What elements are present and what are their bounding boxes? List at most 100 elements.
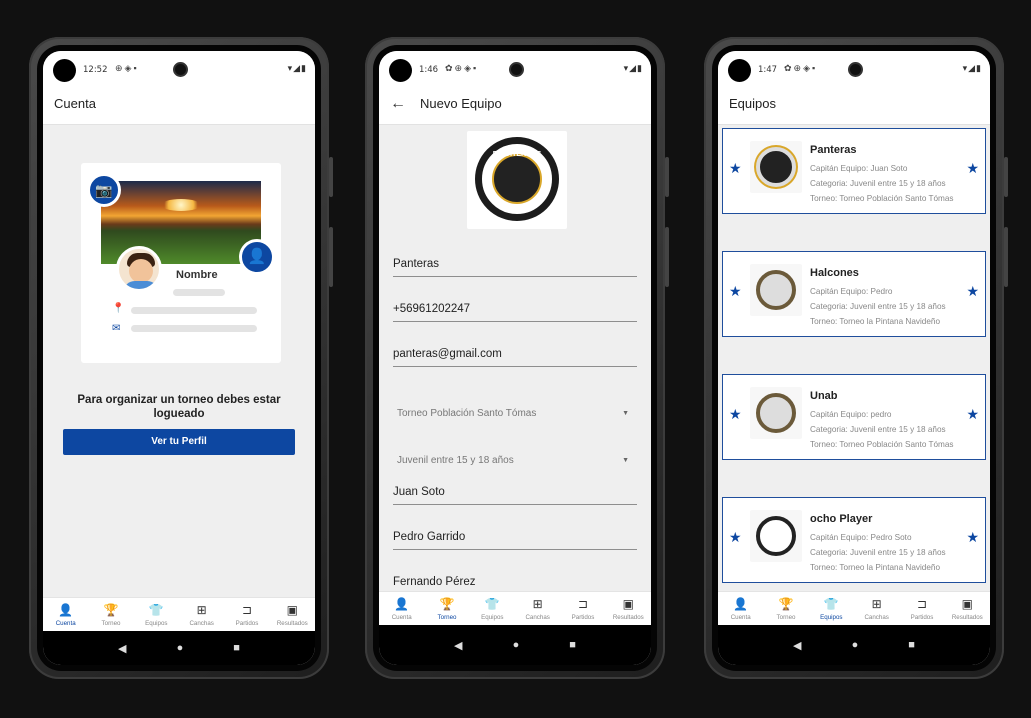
nav-equipos[interactable]: 👕 Equipos [134, 598, 179, 631]
nav-resultados[interactable]: ▣ Resultados [606, 592, 651, 625]
status-bar: 1:47 ✿⊕◈▪ ▾◢▮ [718, 51, 990, 83]
back-icon[interactable]: ◀ [793, 639, 801, 652]
tournament-select[interactable]: Torneo Población Santo Tómas ▼ [393, 391, 637, 427]
person-icon: 👤 [58, 603, 74, 617]
nav-cuenta[interactable]: 👤 Cuenta [718, 592, 763, 625]
email-field[interactable]: panteras@gmail.com [393, 331, 637, 367]
field-icon: ⊞ [532, 597, 543, 611]
notification-icons: ⊕◈▪ [115, 63, 139, 73]
star-icon[interactable]: ★ [966, 283, 979, 300]
recents-icon[interactable]: ■ [569, 639, 576, 651]
location-icon: 📍 [112, 303, 125, 314]
phone-nuevo-equipo: 1:46 ✿⊕◈▪ ▾◢▮ ← Nuevo Equipo PANHTEROUS … [365, 37, 669, 679]
nav-torneo[interactable]: 🏆 Torneo [424, 592, 469, 625]
scoreboard-icon: ▣ [622, 597, 634, 611]
star-icon[interactable]: ★ [729, 406, 742, 423]
scoreboard-icon: ▣ [286, 603, 298, 617]
team-category: Categoria: Juvenil entre 15 y 18 años [810, 548, 946, 557]
nav-resultados[interactable]: ▣ Resultados [270, 598, 315, 631]
team-logo [750, 387, 802, 439]
phone-field[interactable]: +56961202247 [393, 286, 637, 322]
player-field[interactable]: Juan Soto [393, 469, 637, 505]
profile-card: 📷 👤 Nombre 📍 ✉ [81, 163, 281, 363]
trophy-icon: 🏆 [778, 597, 794, 611]
recents-icon[interactable]: ■ [233, 642, 240, 654]
nav-equipos[interactable]: 👕 Equipos [809, 592, 854, 625]
back-icon[interactable]: ◀ [118, 642, 126, 655]
nav-canchas[interactable]: ⊞ Canchas [179, 598, 224, 631]
team-name: Panteras [810, 144, 857, 156]
bottom-nav: 👤 Cuenta 🏆 Torneo 👕 Equipos ⊞ Canchas ⊐ Parti… [379, 591, 651, 625]
bottom-nav: 👤 Cuenta 🏆 Torneo 👕 Equipos ⊞ Canchas ⊐ Parti… [718, 591, 990, 625]
profile-name: Nombre [176, 269, 218, 281]
star-icon[interactable]: ★ [729, 160, 742, 177]
system-nav: ◀ ● ■ [43, 631, 315, 665]
team-captain: Capitán Equipo: pedro [810, 410, 892, 419]
front-camera [848, 62, 863, 77]
player-field[interactable]: Fernando Pérez [393, 559, 637, 595]
team-logo[interactable]: PANHTEROUS [467, 131, 567, 229]
star-icon[interactable]: ★ [966, 529, 979, 546]
nav-cuenta[interactable]: 👤 Cuenta [379, 592, 424, 625]
team-card[interactable]: ★ Unab Capitán Equipo: pedro Categoria: … [722, 374, 986, 460]
nav-torneo[interactable]: 🏆 Torneo [88, 598, 133, 631]
notification-icons: ✿⊕◈▪ [784, 63, 818, 73]
recents-icon[interactable]: ■ [908, 639, 915, 651]
view-profile-button[interactable]: Ver tu Perfil [63, 429, 295, 455]
player-field[interactable]: Pedro Garrido [393, 514, 637, 550]
person-icon: 👤 [394, 597, 410, 611]
page-title: Cuenta [54, 96, 96, 111]
nav-canchas[interactable]: ⊞ Canchas [854, 592, 899, 625]
user-verified-icon[interactable]: 👤 [239, 239, 275, 275]
team-card[interactable]: ★ Panteras Capitán Equipo: Juan Soto Cat… [722, 128, 986, 214]
shirt-icon: 👕 [484, 597, 500, 611]
team-card[interactable]: ★ ocho Player Capitán Equipo: Pedro Soto… [722, 497, 986, 583]
team-name: ocho Player [810, 513, 873, 525]
star-icon[interactable]: ★ [966, 406, 979, 423]
team-logo [750, 264, 802, 316]
team-name-field[interactable]: Panteras [393, 241, 637, 277]
system-nav: ◀ ● ■ [718, 625, 990, 665]
nav-canchas[interactable]: ⊞ Canchas [515, 592, 560, 625]
home-icon[interactable]: ● [513, 639, 520, 651]
phone-equipos: 1:47 ✿⊕◈▪ ▾◢▮ Equipos ★ Panteras Capitán… [704, 37, 1008, 679]
scoreboard-icon: ▣ [961, 597, 973, 611]
star-icon[interactable]: ★ [966, 160, 979, 177]
dropdown-arrow-icon: ▼ [622, 457, 629, 464]
back-icon[interactable]: ◀ [454, 639, 462, 652]
nav-cuenta[interactable]: 👤 Cuenta [43, 598, 88, 631]
team-logo [750, 510, 802, 562]
team-category: Categoria: Juvenil entre 15 y 18 años [810, 425, 946, 434]
bracket-icon: ⊐ [916, 597, 927, 611]
back-arrow-icon[interactable]: ← [390, 95, 406, 113]
app-bar: ← Nuevo Equipo [379, 83, 651, 125]
nav-resultados[interactable]: ▣ Resultados [945, 592, 990, 625]
app-bar: Equipos [718, 83, 990, 125]
status-bar: 12:52 ⊕◈▪ ▾◢▮ [43, 51, 315, 83]
team-captain: Capitán Equipo: Juan Soto [810, 164, 908, 173]
team-card[interactable]: ★ Halcones Capitán Equipo: Pedro Categor… [722, 251, 986, 337]
status-bar: 1:46 ✿⊕◈▪ ▾◢▮ [379, 51, 651, 83]
nav-torneo[interactable]: 🏆 Torneo [763, 592, 808, 625]
bottom-nav: 👤 Cuenta 🏆 Torneo 👕 Equipos ⊞ Canchas ⊐ Parti… [43, 597, 315, 631]
screen-equipos: 1:47 ✿⊕◈▪ ▾◢▮ Equipos ★ Panteras Capitán… [718, 51, 990, 665]
team-tournament: Torneo: Torneo la Pintana Navideño [810, 317, 941, 326]
home-icon[interactable]: ● [177, 642, 184, 654]
placeholder-bar [173, 289, 225, 296]
signal-battery-icon: ▾◢▮ [623, 63, 643, 73]
home-icon[interactable]: ● [852, 639, 859, 651]
team-tournament: Torneo: Torneo Población Santo Tómas [810, 440, 954, 449]
field-icon: ⊞ [196, 603, 207, 617]
nav-partidos[interactable]: ⊐ Partidos [560, 592, 605, 625]
team-captain: Capitán Equipo: Pedro [810, 287, 893, 296]
dropdown-arrow-icon: ▼ [622, 410, 629, 417]
person-icon: 👤 [733, 597, 749, 611]
login-message: Para organizar un torneo debes estar log… [77, 394, 281, 420]
star-icon[interactable]: ★ [729, 529, 742, 546]
camera-icon[interactable]: 📷 [87, 173, 121, 207]
nav-partidos[interactable]: ⊐ Partidos [899, 592, 944, 625]
nav-equipos[interactable]: 👕 Equipos [470, 592, 515, 625]
nav-partidos[interactable]: ⊐ Partidos [224, 598, 269, 631]
trophy-icon: 🏆 [439, 597, 455, 611]
star-icon[interactable]: ★ [729, 283, 742, 300]
